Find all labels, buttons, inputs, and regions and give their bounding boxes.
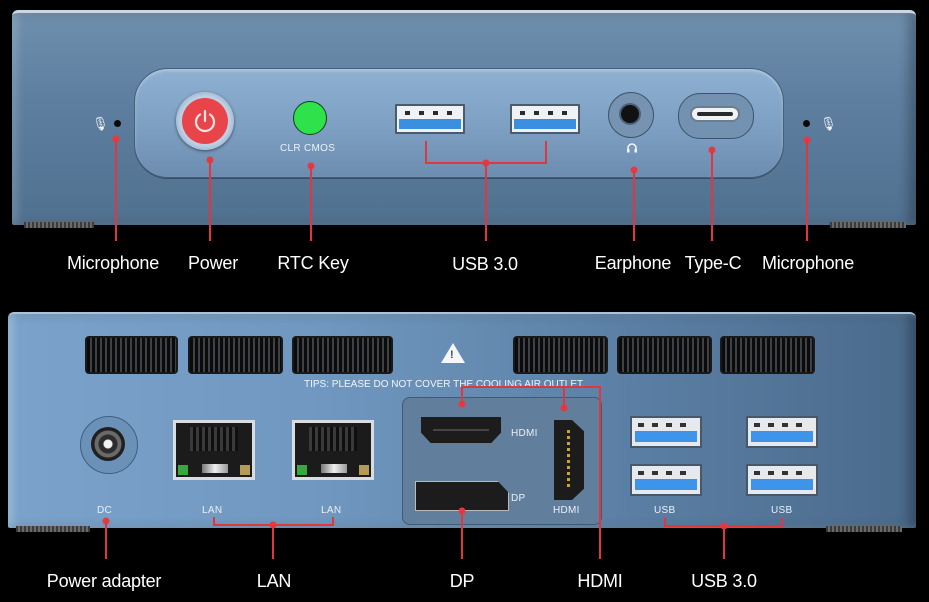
leader-line	[461, 511, 463, 559]
usb-label-right: USB	[771, 505, 793, 516]
dp-label: DP	[511, 493, 526, 504]
leader-line	[806, 140, 808, 241]
leader-line	[272, 525, 274, 559]
leader-line	[723, 526, 725, 559]
callout-lan: LAN	[256, 571, 292, 591]
usb-a-port-rear-1	[630, 416, 702, 448]
leader-line	[711, 150, 713, 241]
lan-label-2: LAN	[321, 505, 342, 516]
cooling-vent-6	[720, 336, 815, 374]
callout-type-c: Type-C	[684, 253, 742, 273]
cooling-vent-1	[85, 336, 178, 374]
leader-line	[461, 386, 601, 388]
callout-dp: DP	[449, 571, 475, 591]
headset-icon	[627, 143, 637, 153]
dc-power-jack	[91, 427, 125, 461]
rtc-key-button[interactable]	[293, 101, 327, 135]
cooling-vent-4	[513, 336, 608, 374]
usb-a-port-rear-2	[746, 416, 818, 448]
leader-line	[633, 170, 635, 241]
usb-a-port-front-2	[510, 104, 580, 134]
leader-line	[425, 141, 427, 163]
leader-line	[461, 386, 463, 404]
microphone-left-hole	[114, 120, 121, 127]
callout-usb-rear: USB 3.0	[691, 571, 757, 591]
microphone-right-hole	[803, 120, 810, 127]
leader-line	[485, 163, 487, 241]
microphone-icon: 🎙	[820, 116, 837, 131]
displayport-port	[415, 481, 509, 511]
lan-port-2	[292, 420, 374, 480]
hdmi-port-horizontal	[421, 417, 501, 443]
usb-a-port-rear-4	[746, 464, 818, 496]
cooling-tips-text: TIPS: PLEASE DO NOT COVER THE COOLING AI…	[304, 379, 585, 390]
power-icon	[194, 109, 216, 133]
callout-power-adapter: Power adapter	[46, 571, 162, 591]
usb-a-port-rear-3	[630, 464, 702, 496]
front-left-foot	[24, 222, 94, 228]
usb-a-port-front-1	[395, 104, 465, 134]
leader-line	[545, 141, 547, 163]
callout-earphone: Earphone	[594, 253, 672, 273]
leader-line	[310, 166, 312, 241]
rear-left-foot	[16, 526, 90, 532]
clr-cmos-label: CLR CMOS	[280, 143, 336, 154]
callout-hdmi: HDMI	[577, 571, 623, 591]
microphone-icon: 🎙	[92, 116, 109, 131]
rear-right-foot	[826, 526, 902, 532]
cooling-vent-3	[292, 336, 393, 374]
hdmi-label-vertical: HDMI	[553, 505, 580, 516]
leader-line	[115, 139, 117, 241]
hdmi-port-vertical	[554, 420, 584, 500]
leader-line	[105, 521, 107, 559]
leader-line	[563, 386, 565, 408]
cooling-vent-2	[188, 336, 283, 374]
earphone-jack	[621, 105, 639, 123]
dc-label: DC	[97, 505, 113, 516]
cooling-vent-5	[617, 336, 712, 374]
callout-rtc-key: RTC Key	[277, 253, 349, 273]
leader-line	[209, 160, 211, 241]
callout-power: Power	[187, 253, 239, 273]
power-button[interactable]	[182, 98, 228, 144]
hdmi-label-horizontal: HDMI	[511, 428, 538, 439]
lan-port-1	[173, 420, 255, 480]
leader-line	[599, 386, 601, 559]
callout-microphone-left: Microphone	[66, 253, 160, 273]
callout-microphone-right: Microphone	[761, 253, 855, 273]
warning-exclamation: !	[450, 349, 454, 361]
front-right-foot	[830, 222, 906, 228]
lan-label-1: LAN	[202, 505, 223, 516]
usb-label-left: USB	[654, 505, 676, 516]
callout-usb-front: USB 3.0	[452, 254, 518, 274]
type-c-port	[690, 106, 740, 122]
